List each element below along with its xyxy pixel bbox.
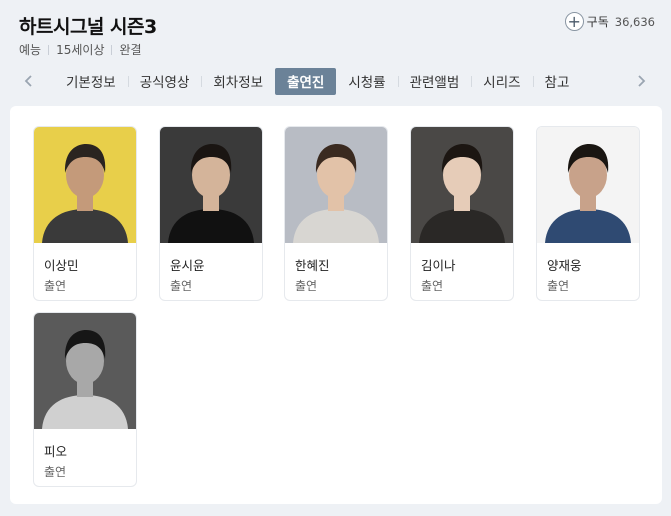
cast-photo[interactable] <box>537 127 639 243</box>
cast-name[interactable]: 윤시윤 <box>170 255 205 274</box>
status-label: 완결 <box>119 43 142 57</box>
cast-photo[interactable] <box>411 127 513 243</box>
chevron-left-icon[interactable] <box>17 69 41 93</box>
program-meta: 예능 15세이상 완결 <box>19 41 142 58</box>
cast-role: 출연 <box>44 279 67 293</box>
cast-role: 출연 <box>170 279 193 293</box>
subscriber-count: 36,636 <box>614 14 655 29</box>
cast-role: 출연 <box>44 465 67 479</box>
tab-5[interactable]: 시청률 <box>336 68 397 95</box>
cast-grid: 이상민 출연 윤시윤 출연 한혜진 출연 김이나 출연 양재웅 출연 피오 출연 <box>10 106 662 504</box>
subscribe-control[interactable]: + 구독 36,636 <box>564 12 655 31</box>
cast-name[interactable]: 이상민 <box>44 255 79 274</box>
cast-card[interactable]: 한혜진출연 <box>284 126 388 301</box>
tab-7[interactable]: 시리즈 <box>471 68 532 95</box>
cast-card[interactable]: 피오출연 <box>33 312 137 487</box>
page-title: 하트시그널 시즌3 <box>19 16 157 38</box>
cast-photo[interactable] <box>285 127 387 243</box>
tab-1[interactable]: 기본정보 <box>54 68 128 95</box>
cast-role: 출연 <box>547 279 570 293</box>
plus-icon[interactable]: + <box>564 12 584 31</box>
tab-bar: 기본정보 공식영상 회차정보 출연진 시청률 관련앨범 시리즈 참고 <box>0 66 671 96</box>
cast-card[interactable]: 윤시윤출연 <box>159 126 263 301</box>
cast-role: 출연 <box>421 279 444 293</box>
subscribe-button[interactable]: 구독 <box>587 13 609 30</box>
tab-2[interactable]: 공식영상 <box>127 68 202 95</box>
tab-8[interactable]: 참고 <box>532 68 582 95</box>
tab-list: 기본정보 공식영상 회차정보 출연진 시청률 관련앨범 시리즈 참고 <box>54 66 625 96</box>
cast-name[interactable]: 양재웅 <box>547 255 582 274</box>
tab-4[interactable]: 출연진 <box>275 67 337 95</box>
cast-photo[interactable] <box>34 313 136 429</box>
cast-photo[interactable] <box>34 127 136 243</box>
cast-card[interactable]: 양재웅출연 <box>536 126 640 301</box>
meta-divider <box>48 44 50 55</box>
tab-6[interactable]: 관련앨범 <box>397 68 472 95</box>
cast-card[interactable]: 김이나출연 <box>410 126 514 301</box>
age-rating-label: 15세이상 <box>56 43 105 57</box>
cast-photo[interactable] <box>160 127 262 243</box>
tab-3[interactable]: 회차정보 <box>201 68 275 95</box>
cast-name[interactable]: 피오 <box>44 441 67 460</box>
cast-card[interactable]: 이상민출연 <box>33 126 137 301</box>
cast-name[interactable]: 김이나 <box>421 255 456 274</box>
cast-role: 출연 <box>295 279 318 293</box>
meta-divider <box>111 44 113 55</box>
chevron-right-icon[interactable] <box>629 69 653 93</box>
genre-label: 예능 <box>19 43 42 57</box>
cast-panel: 이상민 출연 윤시윤 출연 한혜진 출연 김이나 출연 양재웅 출연 피오 출연 <box>10 106 662 504</box>
cast-name[interactable]: 한혜진 <box>295 255 330 274</box>
